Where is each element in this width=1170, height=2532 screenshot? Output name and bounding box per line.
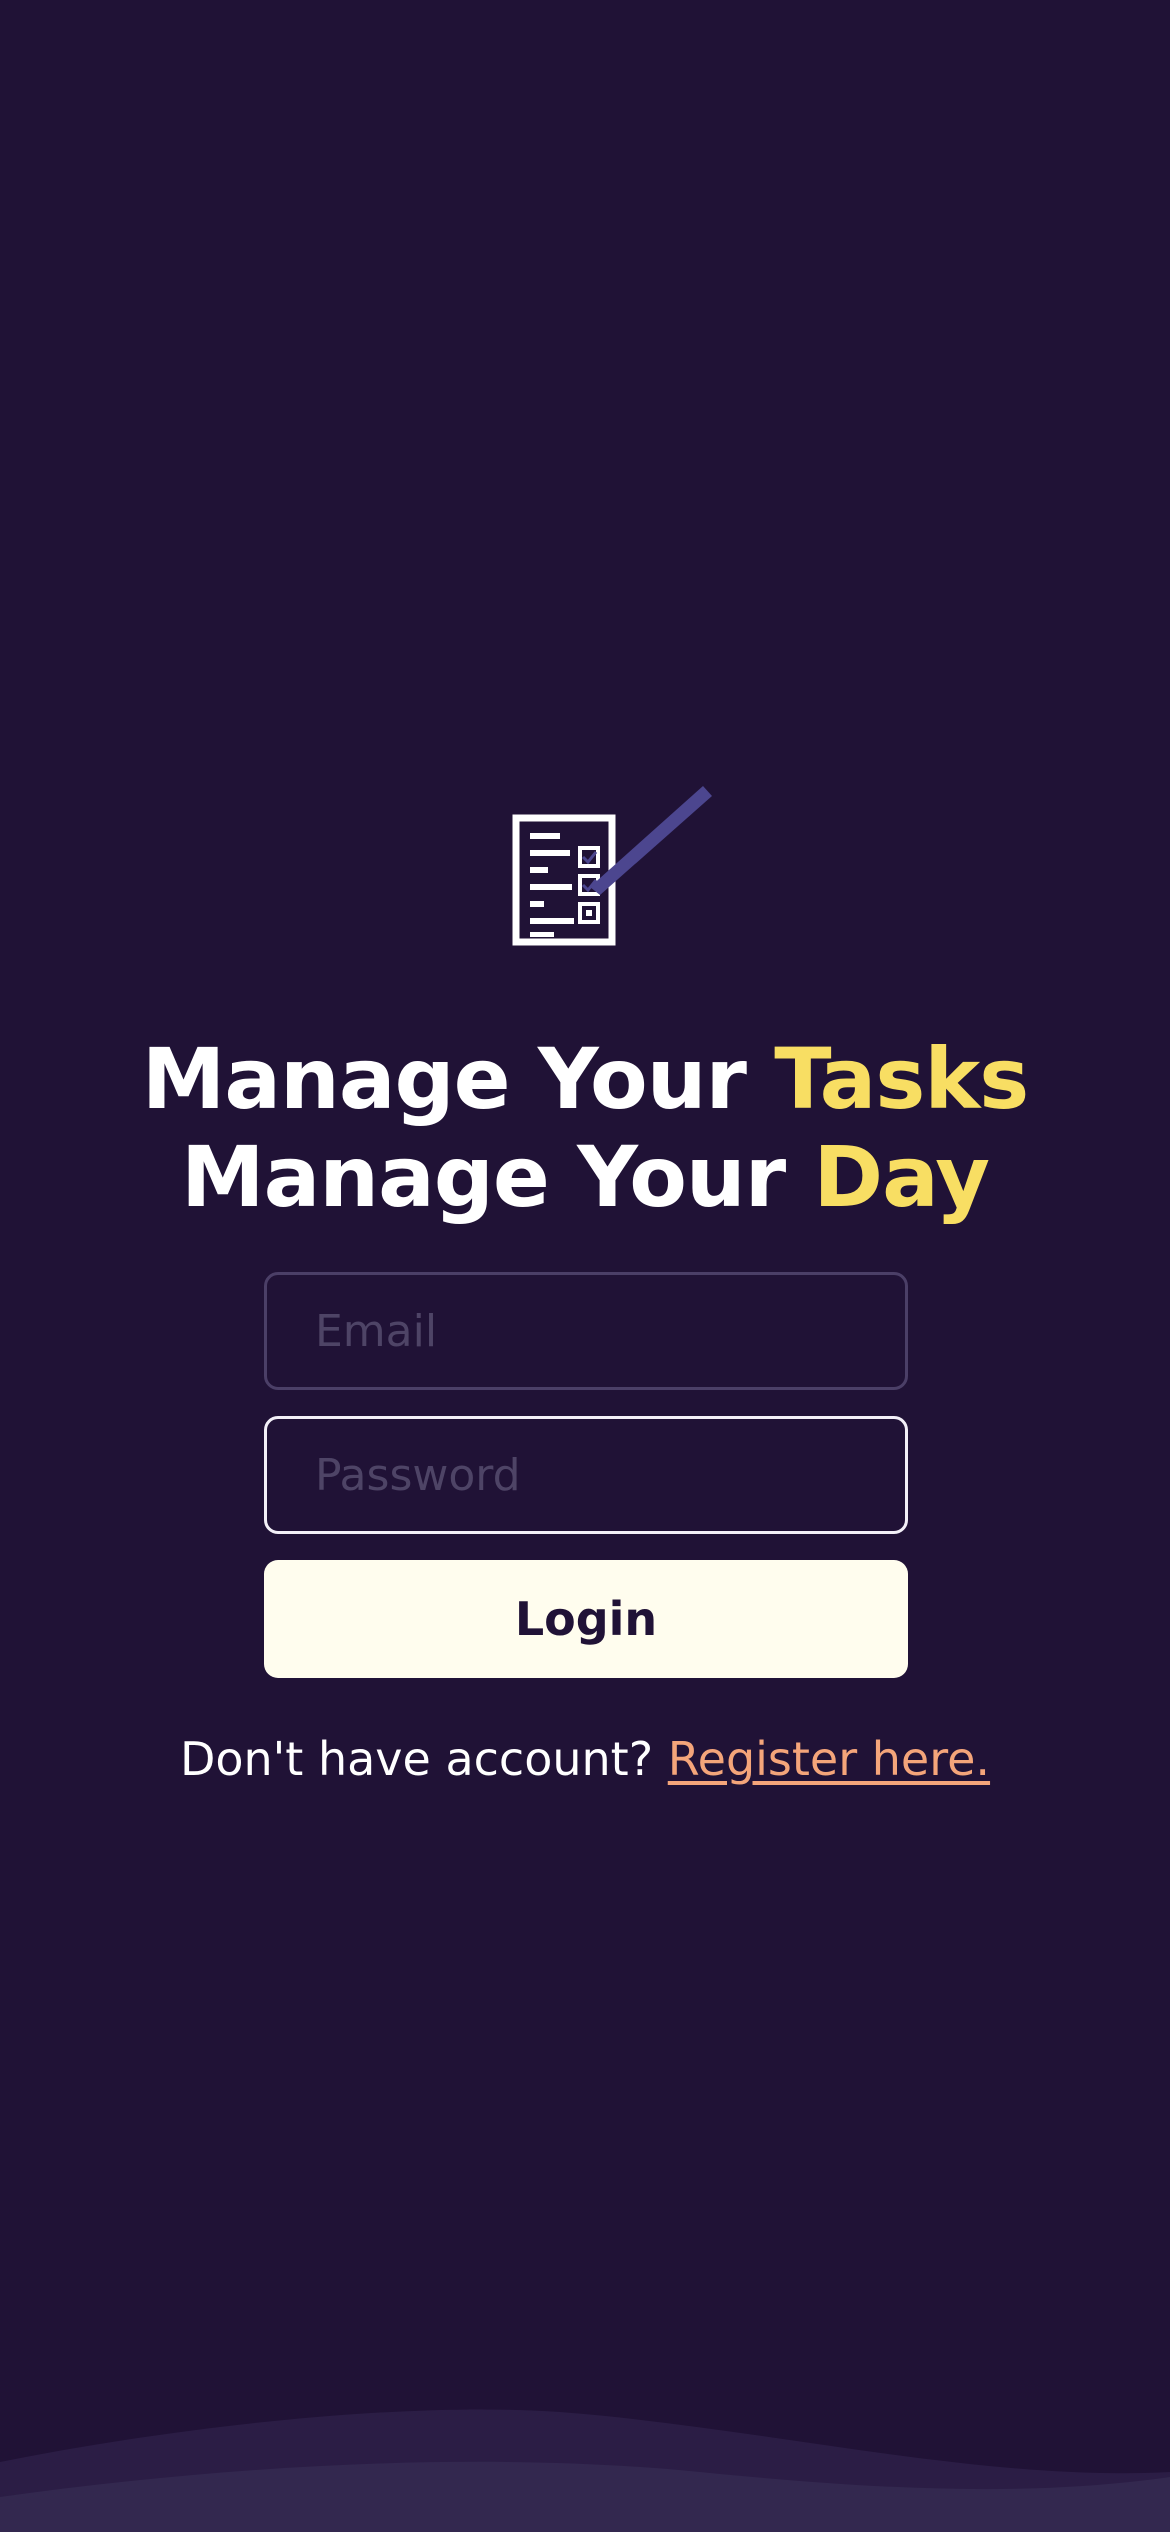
task-checklist-pencil-icon <box>512 786 712 946</box>
password-field[interactable] <box>264 1416 908 1534</box>
login-screen: Manage Your Tasks Manage Your Day Login … <box>0 0 1170 2532</box>
headline-accent-day: Day <box>813 1128 990 1226</box>
headline: Manage Your Tasks Manage Your Day <box>0 1030 1170 1226</box>
login-button[interactable]: Login <box>264 1560 908 1678</box>
headline-line-2: Manage Your Day <box>0 1128 1170 1226</box>
register-link[interactable]: Register here. <box>668 1732 990 1786</box>
register-prompt-line: Don't have account? Register here. <box>0 1732 1170 1786</box>
email-field[interactable] <box>264 1272 908 1390</box>
headline-line-2-text: Manage Your <box>181 1128 814 1226</box>
headline-line-1: Manage Your Tasks <box>0 1030 1170 1128</box>
headline-accent-tasks: Tasks <box>774 1030 1029 1128</box>
bottom-wave-decoration <box>0 2409 1170 2532</box>
register-prompt-text: Don't have account? <box>179 1732 668 1786</box>
headline-line-1-text: Manage Your <box>141 1030 775 1128</box>
